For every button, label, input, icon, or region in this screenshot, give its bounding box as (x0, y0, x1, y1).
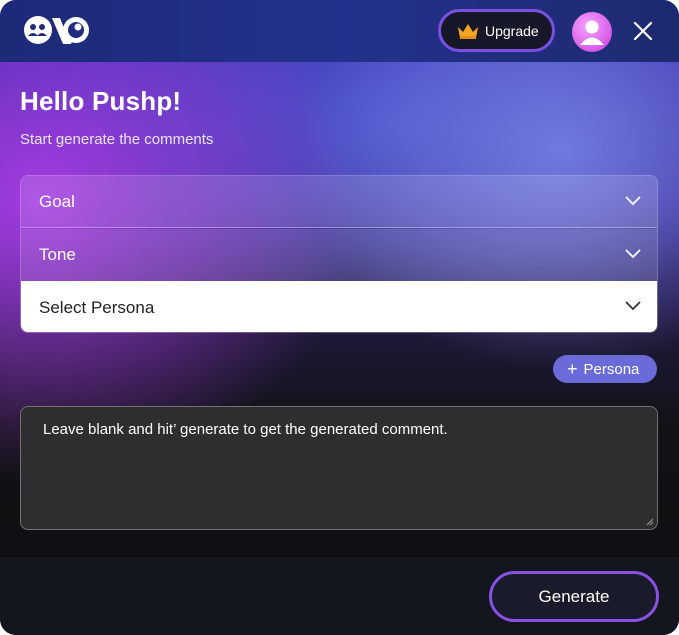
comment-input[interactable]: Leave blank and hit’ generate to get the… (20, 406, 658, 530)
upgrade-label: Upgrade (485, 22, 539, 39)
plus-icon: + (567, 359, 578, 379)
generate-label: Generate (538, 586, 610, 606)
chevron-down-icon (625, 196, 641, 206)
upgrade-button[interactable]: Upgrade (438, 9, 555, 52)
goal-select[interactable]: Goal (21, 176, 657, 228)
add-persona-button[interactable]: + Persona (553, 355, 657, 383)
comment-placeholder: Leave blank and hit’ generate to get the… (43, 421, 448, 438)
select-group: Goal Tone Select Persona (20, 175, 658, 333)
logo-icon (24, 16, 89, 44)
user-avatar-icon[interactable] (572, 12, 612, 52)
add-persona-label: Persona (583, 360, 640, 378)
goal-select-label: Goal (39, 191, 75, 211)
chevron-down-icon (625, 301, 641, 311)
chevron-down-icon (625, 249, 641, 259)
greeting-title: Hello Pushp! (20, 86, 182, 116)
tone-select-label: Tone (39, 245, 76, 264)
subtitle: Start generate the comments (20, 131, 214, 148)
crown-icon (458, 23, 478, 39)
generate-button[interactable]: Generate (489, 571, 659, 622)
persona-select-label: Select Persona (39, 297, 155, 317)
comment-generator-panel: Upgrade Hello Pushp! Start generate the … (0, 0, 679, 635)
resize-grip-icon[interactable] (644, 516, 654, 526)
persona-select[interactable]: Select Persona (21, 281, 657, 332)
header-bar: Upgrade (0, 0, 679, 62)
tone-select[interactable]: Tone (21, 229, 657, 281)
close-icon[interactable] (630, 18, 656, 44)
